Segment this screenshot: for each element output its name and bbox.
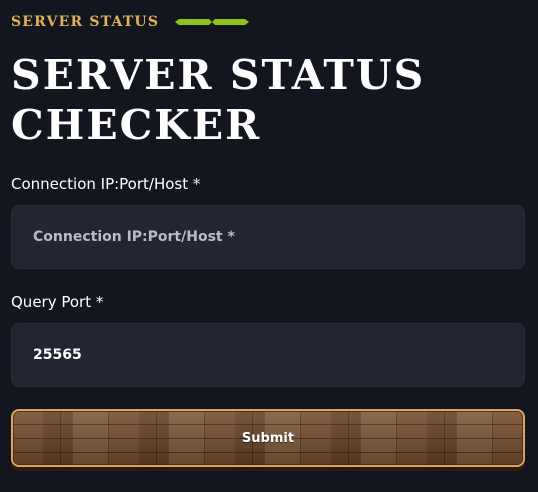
host-field-label: Connection IP:Port/Host * (11, 175, 201, 193)
divider-decoration-icon (175, 19, 250, 25)
query-port-field-label: Query Port * (11, 293, 104, 311)
page-title-line1: SERVER STATUS (11, 51, 426, 99)
submit-button[interactable]: Submit (11, 409, 525, 467)
query-port-input[interactable] (11, 323, 525, 387)
section-eyebrow: SERVER STATUS (11, 12, 251, 32)
page-title: SERVER STATUS CHECKER (11, 50, 425, 150)
page-title-line2: CHECKER (11, 101, 262, 149)
eyebrow-label: SERVER STATUS (11, 14, 160, 30)
host-input[interactable] (11, 205, 525, 269)
